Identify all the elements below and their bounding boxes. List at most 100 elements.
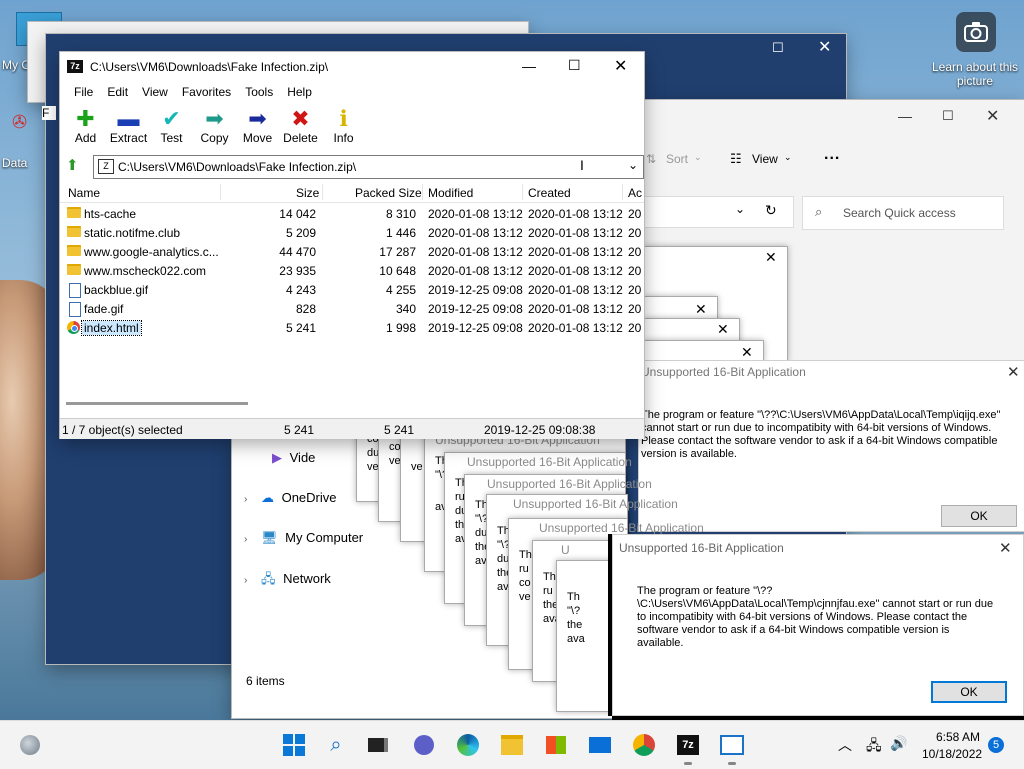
explorer-minimize-icon[interactable]: — [898,108,912,124]
up-folder-icon[interactable]: ⬆ [66,156,79,174]
col-accessed[interactable]: Ac [628,186,642,200]
extract-button[interactable]: ▬ Extract [107,107,150,146]
widgets-icon[interactable] [16,731,44,759]
stacked-dialog-d[interactable]: ✕ [644,340,764,362]
col-name[interactable]: Name [68,186,100,200]
test-button[interactable]: ✔ Test [150,107,193,146]
move-button[interactable]: ➡ Move [236,107,279,146]
file-row[interactable]: fade.gif 828 340 2019-12-25 09:08 2020-01-08… [60,299,644,318]
menu-view[interactable]: View [135,85,175,99]
file-row[interactable]: www.mscheck022.com 23 935 10 648 2020-01-08… [60,261,644,280]
col-created[interactable]: Created [528,186,571,200]
ok-button[interactable]: OK [941,505,1017,527]
nav-item-videos[interactable]: ▶ Vide [272,450,315,470]
nav-item-network[interactable]: › 🖧 Network [244,570,331,590]
maximize-icon[interactable]: ☐ [568,57,581,74]
chevron-right-icon[interactable]: › [244,494,247,505]
dialog-close-icon[interactable]: ✕ [999,539,1012,557]
file-explorer-icon[interactable] [498,731,526,759]
explorer-view-button[interactable]: View [752,152,778,166]
file-name: backblue.gif [84,283,149,297]
explorer-search-input[interactable]: ⌕ Search Quick access [802,196,1004,230]
nav-item-onedrive[interactable]: › ☁ OneDrive [244,490,337,510]
ok-button[interactable]: OK [931,681,1007,703]
address-bar[interactable]: Z C:\Users\VM6\Downloads\Fake Infection.… [93,155,644,179]
file-packed-size: 17 287 [379,245,416,259]
minimize-icon[interactable]: — [522,58,536,74]
info-icon: ℹ [339,106,348,131]
title-bar[interactable]: 7z C:\Users\VM6\Downloads\Fake Infection… [60,52,644,82]
explorer-address-area[interactable]: ⌄ ↻ [644,196,794,228]
file-row[interactable]: backblue.gif 4 243 4 255 2019-12-25 09:08 20… [60,280,644,299]
network-status-icon[interactable]: 🖧 [866,735,882,759]
file-size: 4 243 [285,283,316,297]
explorer-more-button[interactable]: ... [824,146,840,164]
video-icon: ▶ [272,450,282,465]
file-row[interactable]: www.google-analytics.c... 44 470 17 287 202… [60,242,644,261]
menu-help[interactable]: Help [280,85,319,99]
file-name: index.html [81,320,142,336]
col-size[interactable]: Size [296,186,319,200]
address-dropdown-icon[interactable]: ⌄ [628,158,638,172]
add-button[interactable]: ✚ Add [64,107,107,146]
file-row[interactable]: index.html 5 241 1 998 2019-12-25 09:08 2020… [60,318,644,337]
snapshot-button[interactable] [956,12,996,52]
nav-item-my-computer[interactable]: › 🖥 My Computer [244,530,363,550]
close-icon[interactable]: ✕ [695,301,707,318]
7zip-taskbar-icon[interactable]: 7z [674,731,702,765]
bg-window-maximize-icon[interactable]: ☐ [772,40,784,56]
horizontal-scrollbar[interactable] [66,402,248,405]
chat-icon[interactable] [410,731,438,759]
clock-date[interactable]: 10/18/2022 [922,747,982,761]
menu-tools[interactable]: Tools [238,85,280,99]
file-size: 14 042 [279,207,316,221]
bg-window-close-icon[interactable]: ✕ [818,37,831,57]
unsupported-app-dialog-1[interactable]: Unsupported 16-Bit Application ✕ The pro… [638,360,1024,532]
explorer-refresh-icon[interactable]: ↻ [765,202,777,219]
file-row[interactable]: static.notifme.club 5 209 1 446 2020-01-08 … [60,223,644,242]
explorer-address-chevron-icon[interactable]: ⌄ [735,202,745,216]
copy-button[interactable]: ➡ Copy [193,107,236,146]
task-view-icon[interactable] [364,731,392,759]
col-packed[interactable]: Packed Size [355,186,422,200]
file-packed-size: 340 [395,302,416,316]
close-icon[interactable]: ✕ [765,249,777,266]
explorer-maximize-icon[interactable]: ☐ [942,108,954,124]
status-selection: 1 / 7 object(s) selected [62,423,183,437]
close-icon[interactable]: ✕ [717,321,729,338]
notification-badge[interactable]: 5 [988,737,1004,753]
chevron-right-icon[interactable]: › [244,534,247,545]
search-icon: ⌕ [815,204,823,219]
volume-icon[interactable]: 🔊 [890,735,907,752]
file-row[interactable]: hts-cache 14 042 8 310 2020-01-08 13:12 2020… [60,204,644,223]
col-modified[interactable]: Modified [428,186,473,200]
menu-edit[interactable]: Edit [100,85,135,99]
explorer-sort-button[interactable]: Sort [666,152,688,166]
clock-time[interactable]: 6:58 AM [936,730,980,744]
delete-button[interactable]: ✖ Delete [279,107,322,146]
close-icon[interactable]: ✕ [614,56,627,76]
address-text: C:\Users\VM6\Downloads\Fake Infection.zi… [118,160,357,174]
store-icon[interactable] [542,731,570,759]
desktop-icon-data[interactable]: ✇ [12,112,32,136]
chevron-up-icon[interactable]: ︿ [838,735,852,755]
chevron-right-icon[interactable]: › [244,575,247,586]
folder-icon [67,207,81,218]
dialog-close-icon[interactable]: ✕ [1007,363,1020,381]
zip-archive-icon: Z [98,159,114,174]
file-name: www.google-analytics.c... [84,245,219,259]
edge-icon[interactable] [454,731,482,759]
dialog-taskbar-icon[interactable] [718,731,746,765]
info-button[interactable]: ℹ Info [322,106,365,146]
mail-icon[interactable] [586,731,614,759]
unsupported-app-dialog-2[interactable]: Unsupported 16-Bit Application ✕ The pro… [612,534,1024,716]
snapshot-label[interactable]: Learn about this picture [930,60,1020,88]
explorer-close-icon[interactable]: ✕ [986,106,999,126]
chrome-icon[interactable] [630,731,658,759]
search-icon[interactable]: ⌕ [322,731,350,759]
7zip-file-manager-window[interactable]: 7z C:\Users\VM6\Downloads\Fake Infection… [60,52,644,439]
start-icon[interactable] [280,731,308,759]
close-icon[interactable]: ✕ [741,344,753,361]
menu-favorites[interactable]: Favorites [175,85,238,99]
menu-file[interactable]: File [67,85,100,99]
